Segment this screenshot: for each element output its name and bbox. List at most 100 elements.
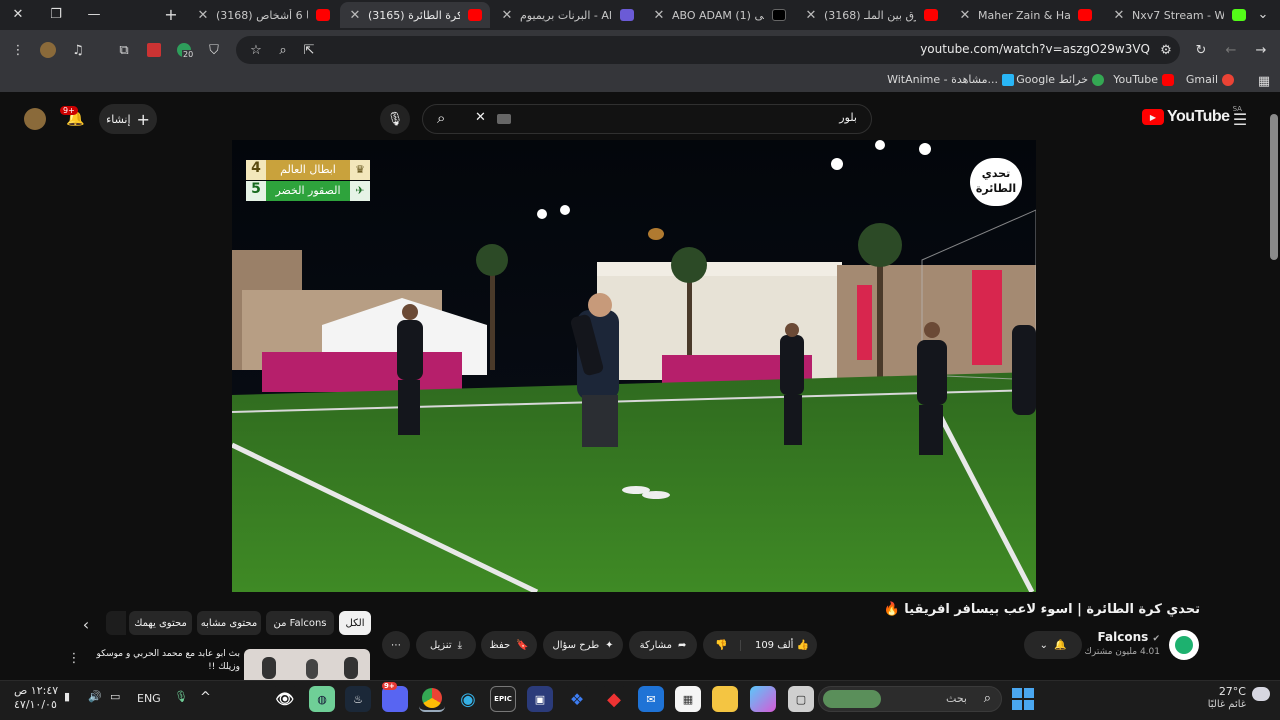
search-input[interactable]: بلور <box>839 111 857 124</box>
bookmark-gmail[interactable]: Gmail <box>1186 73 1234 86</box>
media-control-icon[interactable]: ♫ <box>68 40 88 60</box>
clear-search-icon[interactable]: ✕ <box>475 110 486 125</box>
outlook-icon[interactable]: ✉ <box>638 686 664 712</box>
chip-related[interactable]: محتوى مشابه <box>197 611 261 635</box>
x-favicon-icon <box>772 9 786 21</box>
tab-item[interactable]: ✕ Nxv7 Stream - Watch <box>1104 2 1254 28</box>
tab-item-active[interactable]: ✕ (3165) تحدي كرة الطائرة <box>340 2 490 28</box>
eye-app-icon[interactable]: 👁 <box>272 686 298 712</box>
taskbar-search[interactable]: ⌕ بحث <box>818 686 1002 712</box>
video-player[interactable]: 4 ابطال العالم ♛ 5 الصقور الخضر ✈ تحدي ا… <box>232 140 1036 592</box>
close-tab-icon[interactable]: ✕ <box>652 8 666 23</box>
next-video-menu-icon[interactable]: ⋮ <box>64 648 84 668</box>
save-button[interactable]: حفظ 🔖 <box>481 631 537 659</box>
start-button[interactable] <box>1012 688 1034 710</box>
close-tab-icon[interactable]: ✕ <box>500 8 514 23</box>
microphone-tray-icon[interactable]: 🎙 <box>174 690 188 703</box>
hamburger-menu-icon[interactable]: ☰ <box>1230 109 1250 129</box>
download-button[interactable]: تنزيل ⤓ <box>416 631 476 659</box>
tab-item[interactable]: ✕ (3168) الفرق بين الملـ <box>796 2 946 28</box>
close-tab-icon[interactable]: ✕ <box>348 8 362 23</box>
shield-extension-icon[interactable]: ⛉ <box>204 40 224 60</box>
close-window-icon[interactable]: ✕ <box>8 4 28 24</box>
forward-icon[interactable]: → <box>1251 40 1271 60</box>
task-view-icon[interactable]: ▢ <box>788 686 814 712</box>
menu-kebab-icon[interactable]: ⋮ <box>8 40 28 60</box>
like-button[interactable]: 109 ألف 👍 <box>747 640 817 651</box>
close-tab-icon[interactable]: ✕ <box>196 8 210 23</box>
chip-all[interactable]: الكل <box>339 611 371 635</box>
minimize-window-icon[interactable]: — <box>84 4 104 24</box>
tray-overflow-chevron-icon[interactable]: ^ <box>200 690 211 705</box>
scrollbar-thumb[interactable] <box>1270 114 1278 260</box>
all-bookmarks-icon[interactable]: ▦ <box>1254 71 1274 91</box>
volume-icon[interactable]: 🔊 <box>88 690 102 703</box>
steam-icon[interactable]: ♨ <box>345 686 371 712</box>
app-icon[interactable]: ◍ <box>309 686 335 712</box>
tab-item[interactable]: ✕ Maher Zain & Harris <box>950 2 1100 28</box>
dislike-button[interactable]: 👎 <box>703 639 741 651</box>
extension-icon[interactable] <box>144 40 164 60</box>
tab-item[interactable]: ✕ (3168) جبنا 6 أشخاص <box>188 2 338 28</box>
close-tab-icon[interactable]: ✕ <box>958 8 972 23</box>
reload-icon[interactable]: ↻ <box>1191 40 1211 60</box>
restore-window-icon[interactable]: ❐ <box>46 4 66 24</box>
notifications-button[interactable]: 🔔 9+ <box>60 106 90 130</box>
phone-link-icon[interactable]: ▣ <box>527 686 553 712</box>
profile-avatar[interactable] <box>38 40 58 60</box>
chip-for-you[interactable]: محتوى يهمك <box>129 611 192 635</box>
file-explorer-icon[interactable] <box>712 686 738 712</box>
back-icon[interactable]: ← <box>1221 40 1241 60</box>
battery-icon[interactable]: ▮ <box>64 690 70 703</box>
show-logo: تحدي الطائرة <box>970 158 1022 206</box>
url-text[interactable]: youtube.com/watch?v=aszgO29w3VQ <box>900 42 1150 56</box>
close-tab-icon[interactable]: ✕ <box>804 8 818 23</box>
bookmark-youtube[interactable]: YouTube <box>1113 73 1174 86</box>
next-video-thumbnail[interactable] <box>244 649 370 680</box>
ask-button[interactable]: طرح سؤال ✦ <box>543 631 623 659</box>
bookmark-witanime[interactable]: WitAnime - مشاهدة... <box>887 73 1014 86</box>
channel-avatar[interactable] <box>1169 630 1199 660</box>
more-actions-button[interactable]: ⋯ <box>382 631 410 659</box>
youtube-logo[interactable]: ▶ YouTube SA <box>1142 105 1242 126</box>
edge-icon[interactable]: ◉ <box>455 686 481 712</box>
channel-name[interactable]: Falcons ✔ <box>1080 630 1160 644</box>
bookmark-maps[interactable]: Google خرائط <box>1016 73 1104 86</box>
tab-item[interactable]: ✕ ABO ADAM (1) على X <box>644 2 794 28</box>
git-diamond-icon[interactable]: ◆ <box>601 686 627 712</box>
site-settings-icon[interactable]: ⚙ <box>1156 40 1176 60</box>
close-tab-icon[interactable]: ✕ <box>1112 8 1126 23</box>
search-highlight-image <box>823 690 881 708</box>
tab-search-icon[interactable]: ⌄ <box>1253 4 1273 24</box>
chrome-icon[interactable] <box>419 686 445 712</box>
search-box[interactable]: ⌕ ✕ بلور <box>422 104 872 134</box>
weather-widget[interactable]: 27°C غائم غالبًا <box>1200 683 1276 717</box>
microsoft-store-icon[interactable]: ▦ <box>675 686 701 712</box>
clock-date[interactable]: ٤٧/١٠/٠٥ <box>14 698 57 711</box>
keyboard-icon[interactable] <box>497 114 511 124</box>
search-icon[interactable]: ⌕ <box>437 109 445 127</box>
next-video-title[interactable]: بث ابو عابد مع محمد الحربي و موسكو وزيلك… <box>82 648 240 674</box>
copilot-icon[interactable] <box>750 686 776 712</box>
extensions-icon[interactable]: ⧉ <box>114 40 134 60</box>
epic-games-icon[interactable]: EPIC <box>490 686 516 712</box>
clock-time[interactable]: ١٢:٤٧ ص <box>14 684 58 697</box>
user-avatar[interactable] <box>24 108 46 130</box>
tab-item[interactable]: ✕ البرنات بريميوم - Alert <box>492 2 642 28</box>
chips-scroll-left-icon[interactable]: ‹ <box>76 614 96 634</box>
score-value: 5 <box>246 181 266 201</box>
install-app-icon[interactable]: ⇱ <box>299 40 319 60</box>
chip-from-channel[interactable]: من Falcons <box>266 611 334 635</box>
network-icon[interactable]: ▭ <box>110 690 120 703</box>
new-tab-icon[interactable]: + <box>161 4 181 24</box>
discord-icon[interactable]: 9+ <box>382 682 408 712</box>
subscribe-bell-button[interactable]: ⌄ 🔔 <box>1024 631 1082 659</box>
extension-badge-icon[interactable]: 20 <box>174 40 195 60</box>
bookmark-star-icon[interactable]: ☆ <box>246 40 266 60</box>
zoom-icon[interactable]: ⌕ <box>273 40 293 60</box>
create-button[interactable]: إنشاء + <box>99 104 157 134</box>
voice-search-button[interactable]: 🎙 <box>380 104 410 134</box>
share-button[interactable]: مشاركة ➦ <box>629 631 697 659</box>
dropbox-icon[interactable]: ❖ <box>564 686 590 712</box>
language-indicator[interactable]: ENG <box>137 692 161 705</box>
